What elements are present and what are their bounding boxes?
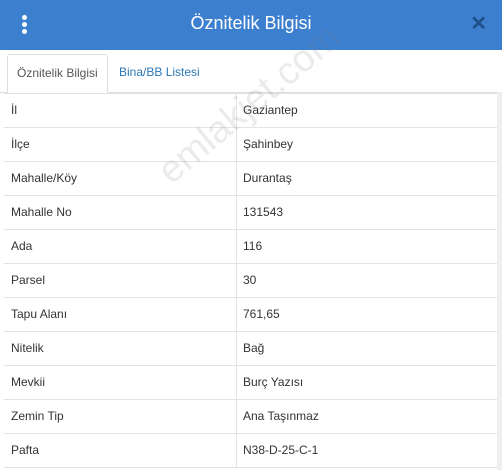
row-value: 131543: [243, 205, 284, 219]
scrollbar[interactable]: [497, 92, 502, 470]
dialog-title: Öznitelik Bilgisi: [190, 13, 312, 33]
attribute-info-dialog: Öznitelik Bilgisi ✕ Öznitelik Bilgisi Bi…: [0, 0, 502, 470]
table-row: Nitelik Bağ: [4, 332, 500, 366]
table-row: Tapu Alanı 761,65: [4, 298, 500, 332]
row-label: Mevkii: [11, 375, 46, 389]
table-row: Zemin Tip Ana Taşınmaz: [4, 400, 500, 434]
tab-bar: Öznitelik Bilgisi Bina/BB Listesi: [0, 50, 502, 93]
row-label: Pafta: [11, 443, 40, 457]
row-value: Burç Yazısı: [243, 375, 304, 389]
row-label: İl: [11, 103, 17, 117]
row-value: 761,65: [243, 307, 280, 321]
row-label: Zemin Tip: [11, 409, 64, 423]
row-value: N38-D-25-C-1: [243, 443, 319, 457]
tab-building-list[interactable]: Bina/BB Listesi: [110, 54, 209, 91]
row-value: Gaziantep: [243, 103, 298, 117]
table-row: İlçe Şahinbey: [4, 128, 500, 162]
row-value: Bağ: [243, 341, 265, 355]
table-row: Pafta N38-D-25-C-1: [4, 434, 500, 468]
row-label: Mahalle No: [11, 205, 72, 219]
table-row: Mahalle/Köy Durantaş: [4, 162, 500, 196]
row-label: Ada: [11, 239, 33, 253]
row-label: Parsel: [11, 273, 46, 287]
dialog-header: Öznitelik Bilgisi ✕: [0, 0, 502, 50]
table-row: İl Gaziantep: [4, 93, 500, 128]
table-row: Parsel 30: [4, 264, 500, 298]
row-label: İlçe: [11, 137, 30, 151]
row-value: 116: [243, 239, 263, 253]
table-row: Mahalle No 131543: [4, 196, 500, 230]
row-label: Tapu Alanı: [11, 307, 68, 321]
tab-attribute-info[interactable]: Öznitelik Bilgisi: [7, 54, 108, 93]
row-value: Ana Taşınmaz: [243, 409, 319, 423]
table-row: Mevkii Burç Yazısı: [4, 366, 500, 400]
row-label: Mahalle/Köy: [11, 171, 78, 185]
row-value: Şahinbey: [243, 137, 294, 151]
row-value: 30: [243, 273, 257, 287]
row-value: Durantaş: [243, 171, 292, 185]
row-label: Nitelik: [11, 341, 44, 355]
table-row: Ada 116: [4, 230, 500, 264]
attribute-table: İl Gaziantep İlçe Şahinbey Mahalle/Köy Dura…: [4, 93, 500, 468]
close-icon[interactable]: ✕: [470, 13, 487, 35]
